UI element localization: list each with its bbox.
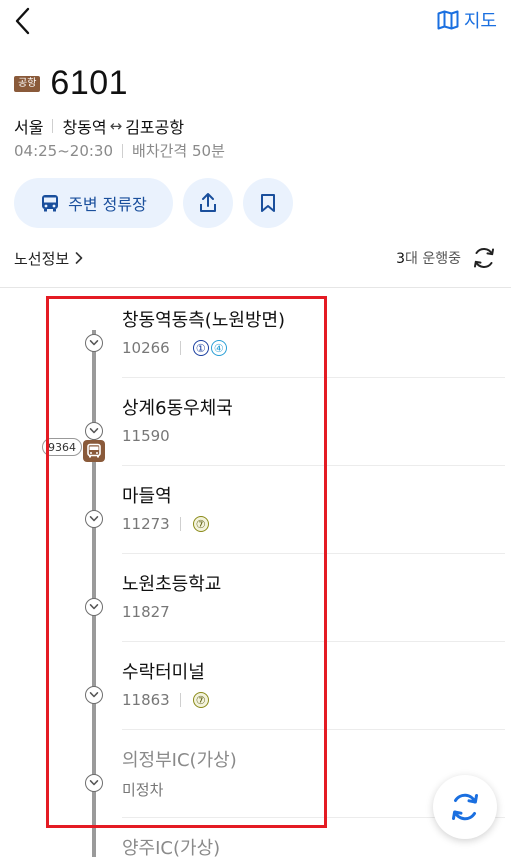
running-count: 3 [396,251,406,267]
action-buttons: 주변 정류장 [14,178,293,228]
refresh-floating-button[interactable] [433,775,497,839]
route-info-link[interactable]: 노선정보 [14,248,83,269]
share-button[interactable] [183,178,233,228]
subway-line-badge: ① [192,340,209,356]
route-region: 서울 [14,118,44,137]
section-divider [0,287,511,288]
subway-line-badge: ⑦ [192,692,209,708]
stop-divider [122,641,505,642]
stop-id: 미정차 [122,781,164,799]
nearby-stops-button[interactable]: 주변 정류장 [14,178,173,228]
separator [52,119,54,133]
map-button[interactable]: 지도 [437,6,497,34]
stop-meta: 10266 ① ④ [122,339,227,357]
nearby-stops-label: 주변 정류장 [68,195,147,214]
stop-node-chevron-down-icon [85,334,103,352]
route-info-row: 노선정보 3대 운행중 [14,244,497,272]
subway-line-badge: ④ [210,340,227,356]
stop-node-chevron-down-icon [85,686,103,704]
bus-icon [83,440,105,462]
stop-name: 의정부IC(가상) [122,750,237,771]
bus-position-marker[interactable]: 9364 [42,438,105,462]
operating-hours: 04:25~20:30 [14,141,114,160]
map-icon [437,10,459,30]
stop-node-chevron-down-icon [85,510,103,528]
route-title: 공항 6101 [14,64,128,103]
stop-meta: 11863 ⑦ [122,691,209,709]
stop-node-chevron-down-icon [85,422,103,440]
running-status: 3대 운행중 [396,245,497,271]
stop-meta: 11827 [122,603,170,621]
route-endpoints: 서울 창동역 ↔ 김포공항 [14,114,184,138]
subway-line-badge: ⑦ [192,516,209,532]
route-number: 6101 [50,64,129,102]
stop-name: 양주IC(가상) [122,838,221,857]
stop-id: 10266 [122,339,170,357]
bus-plate-number: 9364 [42,438,82,456]
stop-meta: 11590 [122,427,170,445]
back-button[interactable] [8,4,36,38]
stop-id: 11827 [122,603,170,621]
refresh-small-button[interactable] [471,245,497,271]
stop-meta: 11273 ⑦ [122,515,209,533]
bus-icon [42,195,59,212]
separator [179,517,181,531]
stop-divider [122,729,505,730]
chevron-left-icon [15,7,30,35]
route-schedule: 04:25~20:30 배차간격 50분 [14,140,225,161]
stop-name: 수락터미널 [122,662,205,683]
stop-name: 창동역동측(노원방면) [122,310,286,331]
running-count-text: 3대 운행중 [396,248,461,268]
route-to: 김포공항 [125,118,185,137]
stop-id: 11590 [122,427,170,445]
stop-divider [122,465,505,466]
stop-id: 11863 [122,691,170,709]
bidirectional-arrow-icon: ↔ [109,117,123,135]
top-bar: 지도 [0,0,511,44]
bookmark-icon [261,194,275,212]
stop-name: 노원초등학교 [122,574,222,595]
bookmark-button[interactable] [243,178,293,228]
chevron-right-icon [75,252,83,264]
share-icon [200,193,216,212]
separator [122,143,124,158]
stop-divider [122,553,505,554]
stop-id: 11273 [122,515,170,533]
refresh-icon [452,793,478,821]
stop-divider [122,377,505,378]
route-from: 창동역 [62,118,107,137]
map-label: 지도 [463,11,497,32]
stop-name: 마들역 [122,486,172,507]
refresh-icon [474,248,494,268]
stop-meta: 미정차 [122,779,163,800]
stop-node-chevron-down-icon [85,598,103,616]
route-type-badge: 공항 [14,75,41,92]
route-info-label: 노선정보 [14,249,70,268]
separator [179,341,181,355]
dispatch-interval: 배차간격 50분 [132,142,225,160]
stop-name: 상계6동우체국 [122,398,233,419]
separator [179,693,181,707]
running-suffix: 대 운행중 [405,251,461,267]
stop-node-chevron-down-icon [85,774,103,792]
